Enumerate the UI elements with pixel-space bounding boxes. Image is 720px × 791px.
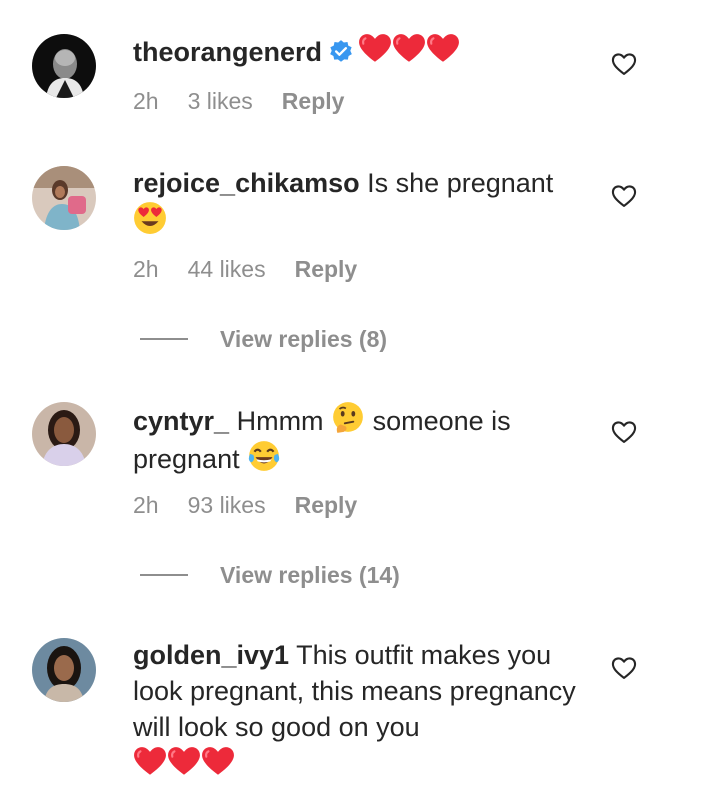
comment-likes[interactable]: 3 likes bbox=[188, 88, 253, 114]
red-heart-emoji-icon bbox=[426, 32, 460, 66]
reply-button[interactable]: Reply bbox=[295, 492, 358, 518]
comment-text: Is she pregnant bbox=[367, 168, 554, 198]
tears-of-joy-emoji-icon bbox=[248, 441, 280, 471]
view-replies-button[interactable]: View replies (8) bbox=[140, 323, 387, 355]
avatar[interactable] bbox=[32, 34, 96, 98]
heart-outline-icon[interactable] bbox=[610, 654, 638, 682]
heart-eyes-emoji-icon bbox=[134, 202, 166, 234]
avatar[interactable] bbox=[32, 166, 96, 230]
red-heart-emoji-icon bbox=[133, 745, 167, 779]
verified-badge-icon bbox=[330, 40, 352, 62]
comment-body: cyntyr_ Hmmm someone is pregnant bbox=[133, 401, 583, 477]
comment-body: golden_ivy1 This outfit makes you look p… bbox=[133, 637, 583, 783]
view-replies-label: View replies (8) bbox=[220, 325, 388, 352]
reply-button[interactable]: Reply bbox=[295, 256, 358, 282]
red-heart-emoji-icon bbox=[392, 32, 426, 66]
divider bbox=[140, 574, 188, 576]
red-heart-emoji-icon bbox=[358, 32, 392, 66]
comment-time: 2h bbox=[133, 492, 159, 518]
red-heart-emoji-icon bbox=[201, 745, 235, 779]
comment-meta: 2h 93 likes Reply bbox=[133, 492, 357, 519]
view-replies-label: View replies (14) bbox=[220, 561, 400, 588]
heart-outline-icon[interactable] bbox=[610, 418, 638, 446]
comment-text: Hmmm bbox=[236, 406, 324, 436]
comment-likes[interactable]: 93 likes bbox=[188, 492, 266, 518]
divider bbox=[140, 338, 188, 340]
avatar[interactable] bbox=[32, 402, 96, 466]
comment-likes[interactable]: 44 likes bbox=[188, 256, 266, 282]
thinking-face-emoji-icon bbox=[333, 402, 363, 433]
emoji-group bbox=[133, 750, 235, 780]
avatar[interactable] bbox=[32, 638, 96, 702]
comment-username[interactable]: golden_ivy1 bbox=[133, 640, 289, 670]
comment-meta: 2h 3 likes Reply bbox=[133, 88, 344, 115]
comment-username[interactable]: theorangenerd bbox=[133, 37, 322, 67]
avatar-man-bald-icon bbox=[32, 34, 96, 98]
comment-time: 2h bbox=[133, 256, 159, 282]
comment-time: 2h bbox=[133, 88, 159, 114]
emoji-group bbox=[358, 37, 460, 67]
avatar-woman-photo-icon bbox=[32, 638, 96, 702]
view-replies-button[interactable]: View replies (14) bbox=[140, 559, 400, 591]
comment-meta: 2h 44 likes Reply bbox=[133, 256, 357, 283]
heart-outline-icon[interactable] bbox=[610, 50, 638, 78]
reply-button[interactable]: Reply bbox=[282, 88, 345, 114]
comment-body: rejoice_chikamso Is she pregnant bbox=[133, 165, 583, 239]
comment-username[interactable]: rejoice_chikamso bbox=[133, 168, 360, 198]
avatar-woman-photo-icon bbox=[32, 166, 96, 230]
heart-outline-icon[interactable] bbox=[610, 182, 638, 210]
avatar-woman-photo-icon bbox=[32, 402, 96, 466]
comment-body: theorangenerd bbox=[133, 32, 583, 70]
red-heart-emoji-icon bbox=[167, 745, 201, 779]
comment-username[interactable]: cyntyr_ bbox=[133, 406, 229, 436]
